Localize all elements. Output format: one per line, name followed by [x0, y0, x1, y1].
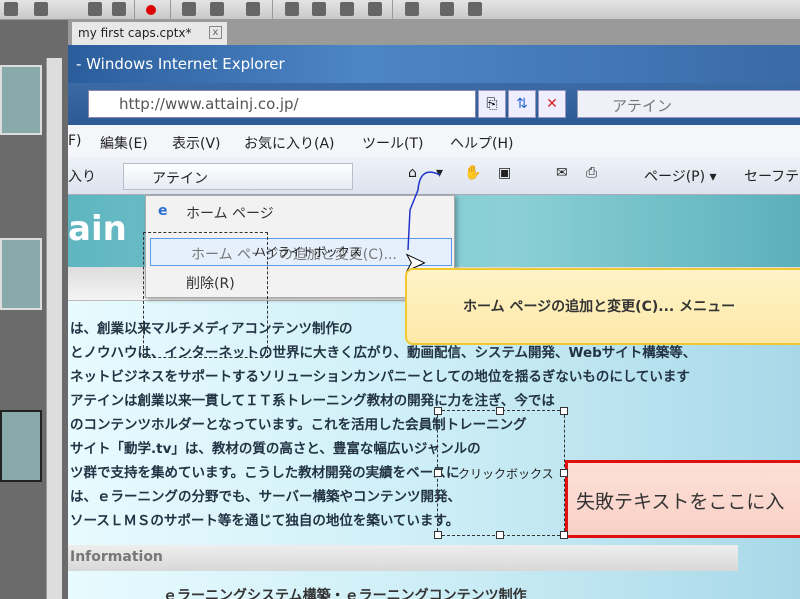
slide-icon[interactable]	[312, 2, 326, 16]
resize-handle[interactable]	[560, 469, 568, 477]
close-icon[interactable]: x	[209, 26, 222, 39]
filmstrip-scrollbar[interactable]	[46, 58, 62, 599]
search-input[interactable]: アテイン	[577, 90, 800, 118]
menu-edit[interactable]: 編集(E)	[100, 133, 148, 153]
success-caption[interactable]: ホーム ページの追加と変更(C)... メニュー	[405, 268, 800, 345]
toolbar-icon[interactable]	[34, 2, 48, 16]
address-row: http://www.attainj.co.jp/ ⎘ ⇅ ✕ アテイン	[68, 83, 800, 125]
highlight-box[interactable]: ハイライトボックス	[143, 232, 361, 358]
zoom-icon[interactable]	[405, 2, 419, 16]
print-icon[interactable]: ⎙	[586, 165, 597, 181]
document-tab[interactable]: my first caps.cptx* x	[72, 22, 227, 45]
resize-handle[interactable]	[434, 531, 442, 539]
main-toolbar	[0, 0, 800, 20]
body-text-line: サイト「動学.tv」は、教材の質の高さと、豊富な幅広いジャンルの	[70, 441, 481, 457]
body-text-line: ソースＬＭＳのサポート等を通じて独自の地位を築いています。	[70, 513, 460, 529]
resize-handle[interactable]	[434, 407, 442, 415]
resize-handle[interactable]	[560, 407, 568, 415]
info-header: Information	[68, 545, 738, 571]
failure-caption[interactable]: 失敗テキストをここに入	[565, 460, 800, 538]
body-text-line: は、ｅラーニングの分野でも、サーバー構築やコンテンツ開発、	[70, 489, 461, 505]
address-input[interactable]: http://www.attainj.co.jp/	[88, 90, 476, 118]
body-text-line: ネットビジネスをサポートするソリューションカンパニーとしての地位を揺るぎないもの…	[70, 369, 690, 385]
address-value: http://www.attainj.co.jp/	[119, 95, 299, 113]
failure-caption-text: 失敗テキストをここに入	[576, 491, 785, 513]
audio-icon[interactable]	[182, 2, 196, 16]
body-text-line: アテインは創業以来一貫してＩＴ系トレーニング教材の開発に力を注ぎ、今では	[70, 393, 555, 409]
audio-edit-icon[interactable]	[210, 2, 224, 16]
highlight-box-label: ハイライトボックス	[254, 245, 362, 259]
refresh-icon[interactable]: ⇅	[508, 90, 536, 118]
browser-title-bar: - Windows Internet Explorer	[68, 45, 800, 83]
menu-tools[interactable]: ツール(T)	[362, 133, 423, 153]
menu-favorites[interactable]: お気に入り(A)	[244, 133, 335, 153]
click-box-label: クリックボックス	[458, 467, 554, 481]
slide-thumbnail-selected[interactable]	[0, 410, 42, 482]
compat-icon[interactable]: ⎘	[478, 90, 506, 118]
tab-label: my first caps.cptx*	[78, 26, 192, 40]
hand-icon[interactable]: ✋	[464, 165, 481, 181]
resize-handle[interactable]	[434, 469, 442, 477]
favorite-tab[interactable]: アテイン	[123, 163, 353, 190]
ie-icon: e	[158, 203, 168, 219]
slide-thumbnail[interactable]	[0, 65, 42, 135]
toolbar-icon[interactable]	[4, 2, 18, 16]
slide-icon[interactable]	[340, 2, 354, 16]
menu-item-label: ホーム ページ	[186, 206, 274, 222]
resize-handle[interactable]	[496, 407, 504, 415]
grid-icon[interactable]	[468, 2, 482, 16]
menu-view[interactable]: 表示(V)	[172, 133, 221, 153]
menu-help[interactable]: ヘルプ(H)	[450, 133, 513, 153]
feed-icon[interactable]: ▣	[498, 165, 511, 181]
slide-thumbnail[interactable]	[0, 238, 42, 310]
resize-handle[interactable]	[560, 531, 568, 539]
safety-menu[interactable]: セーフテ	[744, 166, 799, 186]
resize-handle[interactable]	[496, 531, 504, 539]
body-text-line: ツ群で支持を集めています。こうした教材開発の実績をベースに	[70, 465, 460, 481]
info-item-link[interactable]: ｅラーニングシステム構築・ｅラーニングコンテンツ制作	[163, 585, 527, 599]
toolbar-icon[interactable]	[88, 2, 102, 16]
record-icon[interactable]	[146, 5, 156, 15]
favorite-tab-label: アテイン	[152, 171, 208, 187]
success-caption-text: ホーム ページの追加と変更(C)... メニュー	[463, 299, 736, 315]
favorites-label[interactable]: 入り	[68, 166, 96, 186]
page-menu[interactable]: ページ(P) ▾	[644, 166, 717, 186]
click-box[interactable]: クリックボックス	[434, 407, 568, 539]
slide-icon[interactable]	[285, 2, 299, 16]
mouse-path-icon	[407, 171, 441, 251]
menu-file[interactable]: F)	[68, 133, 82, 149]
menu-bar: F) 編集(E) 表示(V) お気に入り(A) ツール(T) ヘルプ(H)	[68, 125, 800, 157]
slide-icon[interactable]	[368, 2, 382, 16]
site-logo: ain	[68, 209, 127, 249]
search-value: アテイン	[612, 97, 673, 115]
delete-icon[interactable]	[112, 2, 126, 16]
stop-icon[interactable]: ✕	[538, 90, 566, 118]
grid-icon[interactable]	[440, 2, 454, 16]
video-icon[interactable]	[246, 2, 260, 16]
mail-icon[interactable]: ✉	[556, 165, 568, 181]
